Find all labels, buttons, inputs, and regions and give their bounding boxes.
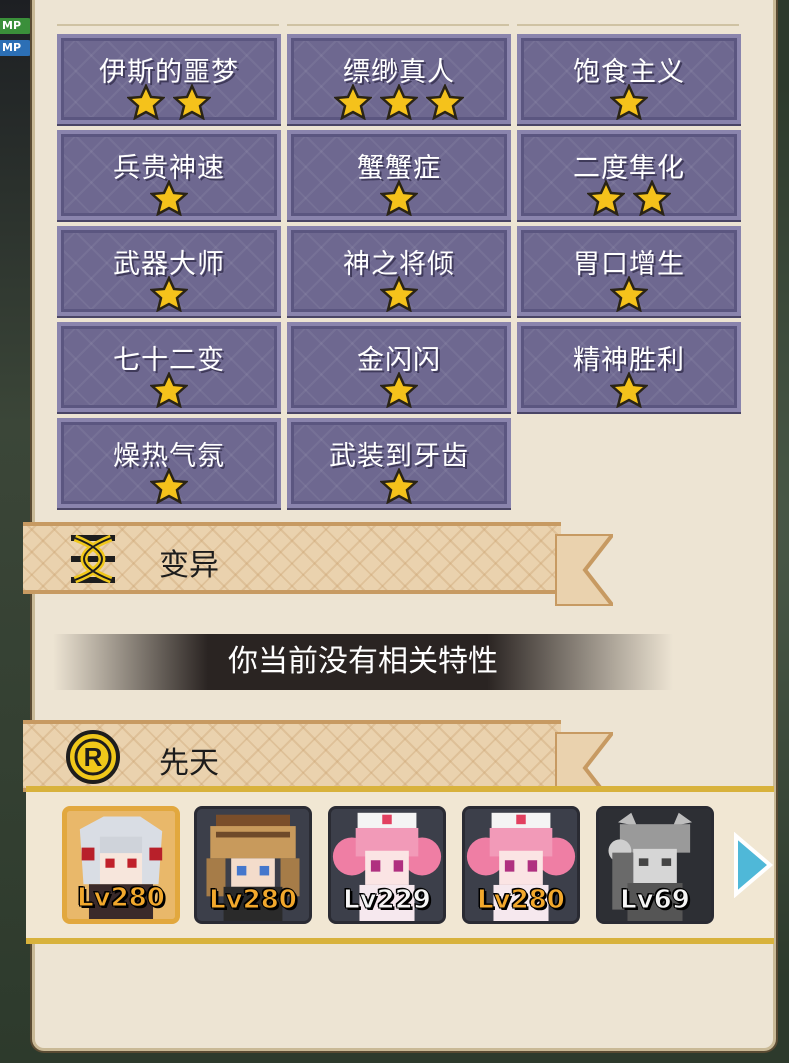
trait-stars [521,372,737,408]
trait-stars [291,180,507,216]
banner-tail [555,534,613,606]
next-arrow-icon[interactable] [732,832,774,898]
character-card[interactable]: Lv69 [596,806,714,924]
trait-card[interactable]: 胃口增生 [517,226,741,316]
star-icon [610,276,648,312]
character-card[interactable]: Lv229 [328,806,446,924]
trait-stars [521,84,737,120]
character-card[interactable]: Lv280 [194,806,312,924]
trait-stars [291,372,507,408]
trait-card[interactable]: 武装到牙齿 [287,418,511,508]
trait-stars [291,468,507,504]
trait-stars [61,84,277,120]
divider [287,24,509,26]
character-card[interactable]: Lv280 [462,806,580,924]
trait-stars [521,180,737,216]
hud-mp-chip-2: MP [0,40,32,56]
trait-card[interactable]: 伊斯的噩梦 [57,34,281,124]
dna-icon [71,534,115,584]
divider [517,24,739,26]
banner-label-mutation: 变异 [159,548,219,583]
character-level: Lv280 [77,883,166,914]
r-coin-icon: R [66,730,120,784]
star-icon [380,84,418,120]
trait-stars [61,468,277,504]
trait-stars [61,180,277,216]
trait-stars [61,372,277,408]
star-icon [150,276,188,312]
character-level: Lv69 [620,885,691,916]
hud-mp-chip: MP [0,18,32,34]
trait-stars [291,276,507,312]
star-icon [127,84,165,120]
star-icon [173,84,211,120]
star-icon [334,84,372,120]
trait-stars [61,276,277,312]
trait-card[interactable]: 饱食主义 [517,34,741,124]
star-icon [380,276,418,312]
trait-stars [521,276,737,312]
star-icon [633,180,671,216]
trait-card[interactable]: 精神胜利 [517,322,741,412]
trait-card[interactable]: 七十二变 [57,322,281,412]
character-selector-bar: Lv280 Lv280 Lv229 Lv280 Lv69 [26,786,774,944]
character-level: Lv280 [209,885,298,916]
star-icon [610,372,648,408]
star-icon [587,180,625,216]
trait-card[interactable]: 缥缈真人 [287,34,511,124]
trait-card[interactable]: 神之将倾 [287,226,511,316]
trait-card[interactable]: 燥热气氛 [57,418,281,508]
banner-label-innate: 先天 [159,746,219,781]
trait-card[interactable]: 二度隼化 [517,130,741,220]
star-icon [150,468,188,504]
trait-stars [291,84,507,120]
character-level: Lv280 [477,885,566,916]
divider [57,24,279,26]
section-banner-mutation: 变异 [23,522,613,606]
character-level: Lv229 [343,885,432,916]
trait-card[interactable]: 蟹蟹症 [287,130,511,220]
svg-text:R: R [84,742,103,772]
star-icon [610,84,648,120]
trait-card[interactable]: 金闪闪 [287,322,511,412]
star-icon [150,180,188,216]
star-icon [380,372,418,408]
star-icon [150,372,188,408]
star-icon [380,180,418,216]
star-icon [426,84,464,120]
trait-card[interactable]: 武器大师 [57,226,281,316]
section-banner-innate: R 先天 [23,720,613,804]
empty-traits-message: 你当前没有相关特性 [53,634,673,690]
character-card[interactable]: Lv280 [62,806,180,924]
star-icon [380,468,418,504]
trait-card[interactable]: 兵贵神速 [57,130,281,220]
